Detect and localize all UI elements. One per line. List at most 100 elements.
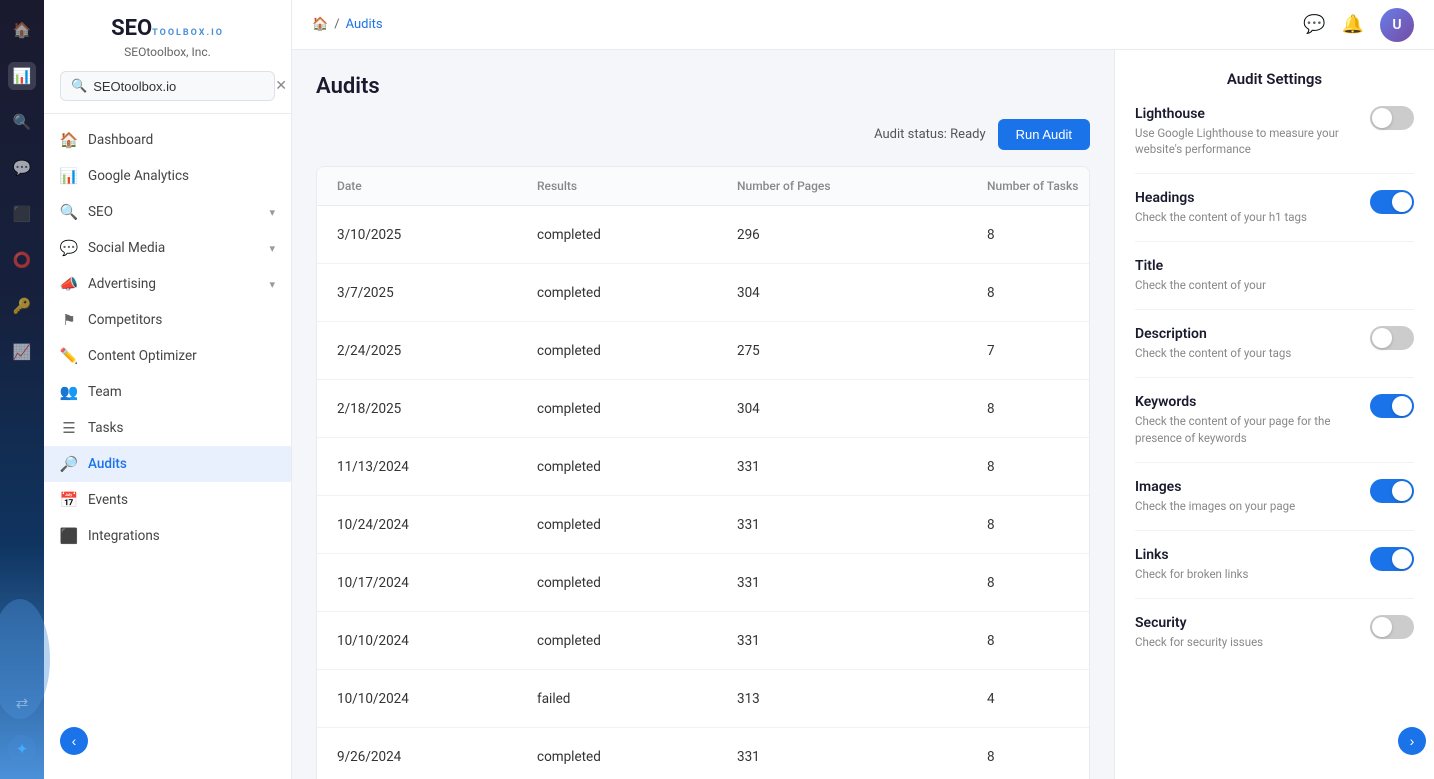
cell-date: 11/13/2024 [337,459,537,475]
cell-results: completed [537,517,737,533]
clear-icon[interactable]: ✕ [275,78,287,94]
rail-seo-icon[interactable]: 🔍 [8,108,36,136]
rail-grid-icon[interactable]: ⬛ [8,200,36,228]
sidebar-item-advertising[interactable]: 📣 Advertising ▾ [44,266,291,302]
setting-name: Lighthouse [1135,106,1358,122]
content-area: Audits Audit status: Ready Run Audit Dat… [292,50,1434,779]
table-row: 10/10/2024 failed 313 4 Details [317,670,1089,728]
toggle-lighthouse[interactable] [1370,106,1414,130]
toggle-headings[interactable] [1370,190,1414,214]
scroll-left-button[interactable]: ‹ [60,727,88,755]
run-audit-button[interactable]: Run Audit [998,119,1090,150]
google-analytics-icon: 📊 [60,167,78,185]
sidebar-item-social-media[interactable]: 💬 Social Media ▾ [44,230,291,266]
page-title: Audits [316,74,1090,99]
right-panel: Audit Settings Lighthouse Use Google Lig… [1114,50,1434,779]
cell-date: 10/24/2024 [337,517,537,533]
cell-date: 2/18/2025 [337,401,537,417]
chat-icon[interactable]: 💬 [1303,14,1325,35]
panel-title: Audit Settings [1135,70,1414,88]
social-media-icon: 💬 [60,239,78,257]
sidebar-item-label: Advertising [88,276,156,292]
logo-text: SEOTOOLBOX.IO [111,16,224,41]
col-results: Results [537,179,737,193]
cell-tasks: 8 [987,749,1090,765]
setting-item-security: Security Check for security issues [1135,615,1414,666]
sidebar-item-events[interactable]: 📅 Events [44,482,291,518]
toggle-links[interactable] [1370,547,1414,571]
scroll-right-button[interactable]: › [1398,727,1426,755]
settings-list: Lighthouse Use Google Lighthouse to meas… [1135,106,1414,666]
rail-chart-icon[interactable]: 📈 [8,338,36,366]
cell-results: completed [537,749,737,765]
setting-name: Images [1135,479,1358,495]
tasks-icon: ☰ [60,419,78,437]
setting-desc: Check for broken links [1135,566,1358,582]
integrations-icon: ⬛ [60,527,78,545]
sidebar-item-dashboard[interactable]: 🏠 Dashboard [44,122,291,158]
cell-results: completed [537,227,737,243]
cell-tasks: 8 [987,575,1090,591]
cell-pages: 331 [737,517,987,533]
rail-home-icon[interactable]: 🏠 [8,16,36,44]
sidebar-item-content-optimizer[interactable]: ✏️ Content Optimizer [44,338,291,374]
setting-desc: Check the content of your tags [1135,345,1358,361]
sidebar: SEOTOOLBOX.IO SEOtoolbox, Inc. 🔍 ✕ 🏠 Das… [44,0,292,779]
cell-date: 10/17/2024 [337,575,537,591]
table-row: 10/17/2024 completed 331 8 Details [317,554,1089,612]
bell-icon[interactable]: 🔔 [1342,14,1364,35]
rail-social-icon[interactable]: 💬 [8,154,36,182]
setting-item-links: Links Check for broken links [1135,547,1414,599]
rail-key-icon[interactable]: 🔑 [8,292,36,320]
setting-info: Images Check the images on your page [1135,479,1358,514]
table-row: 3/7/2025 completed 304 8 Details [317,264,1089,322]
toggle-security[interactable] [1370,615,1414,639]
sidebar-item-integrations[interactable]: ⬛ Integrations [44,518,291,554]
table-row: 9/26/2024 completed 331 8 Details [317,728,1089,779]
sidebar-item-team[interactable]: 👥 Team [44,374,291,410]
sidebar-item-label: Content Optimizer [88,348,197,364]
sidebar-item-label: Competitors [88,312,162,328]
table-rows: 3/10/2025 completed 296 8 Details 3/7/20… [317,206,1089,779]
cell-results: completed [537,575,737,591]
cell-pages: 304 [737,285,987,301]
rail-analytics-icon[interactable]: 📊 [8,62,36,90]
setting-info: Headings Check the content of your h1 ta… [1135,190,1358,225]
search-box[interactable]: 🔍 ✕ [60,71,275,101]
breadcrumb-current: Audits [346,17,383,32]
rail-magic-icon[interactable]: ✦ [8,735,36,763]
competitors-icon: ⚑ [60,311,78,329]
table-row: 2/24/2025 completed 275 7 Details [317,322,1089,380]
audit-toolbar: Audit status: Ready Run Audit [316,119,1090,150]
sidebar-item-label: Integrations [88,528,160,544]
sidebar-item-label: Events [88,492,128,508]
sidebar-item-label: Dashboard [88,132,153,148]
setting-desc: Use Google Lighthouse to measure your we… [1135,125,1358,157]
setting-desc: Check the content of your h1 tags [1135,209,1358,225]
avatar[interactable]: U [1380,8,1414,42]
toggle-keywords[interactable] [1370,394,1414,418]
table-row: 11/13/2024 completed 331 8 Details [317,438,1089,496]
sidebar-item-google-analytics[interactable]: 📊 Google Analytics [44,158,291,194]
setting-name: Keywords [1135,394,1358,410]
cell-tasks: 8 [987,285,1090,301]
toggle-description[interactable] [1370,326,1414,350]
sidebar-item-tasks[interactable]: ☰ Tasks [44,410,291,446]
col-pages: Number of Pages [737,179,987,193]
setting-info: Lighthouse Use Google Lighthouse to meas… [1135,106,1358,157]
topbar: 🏠 / Audits 💬 🔔 U [292,0,1434,50]
toggle-images[interactable] [1370,479,1414,503]
breadcrumb-separator: / [334,17,339,32]
sidebar-item-seo[interactable]: 🔍 SEO ▾ [44,194,291,230]
search-icon: 🔍 [71,79,87,94]
search-input[interactable] [93,79,269,94]
sidebar-item-competitors[interactable]: ⚑ Competitors [44,302,291,338]
setting-name: Links [1135,547,1358,563]
home-icon[interactable]: 🏠 [312,17,328,32]
setting-info: Links Check for broken links [1135,547,1358,582]
rail-circle-icon[interactable]: ⭕ [8,246,36,274]
chevron-icon: ▾ [269,242,275,255]
audit-status: Audit status: Ready [874,127,986,142]
sidebar-item-audits[interactable]: 🔎 Audits [44,446,291,482]
sidebar-header: SEOTOOLBOX.IO SEOtoolbox, Inc. 🔍 ✕ [44,0,291,114]
